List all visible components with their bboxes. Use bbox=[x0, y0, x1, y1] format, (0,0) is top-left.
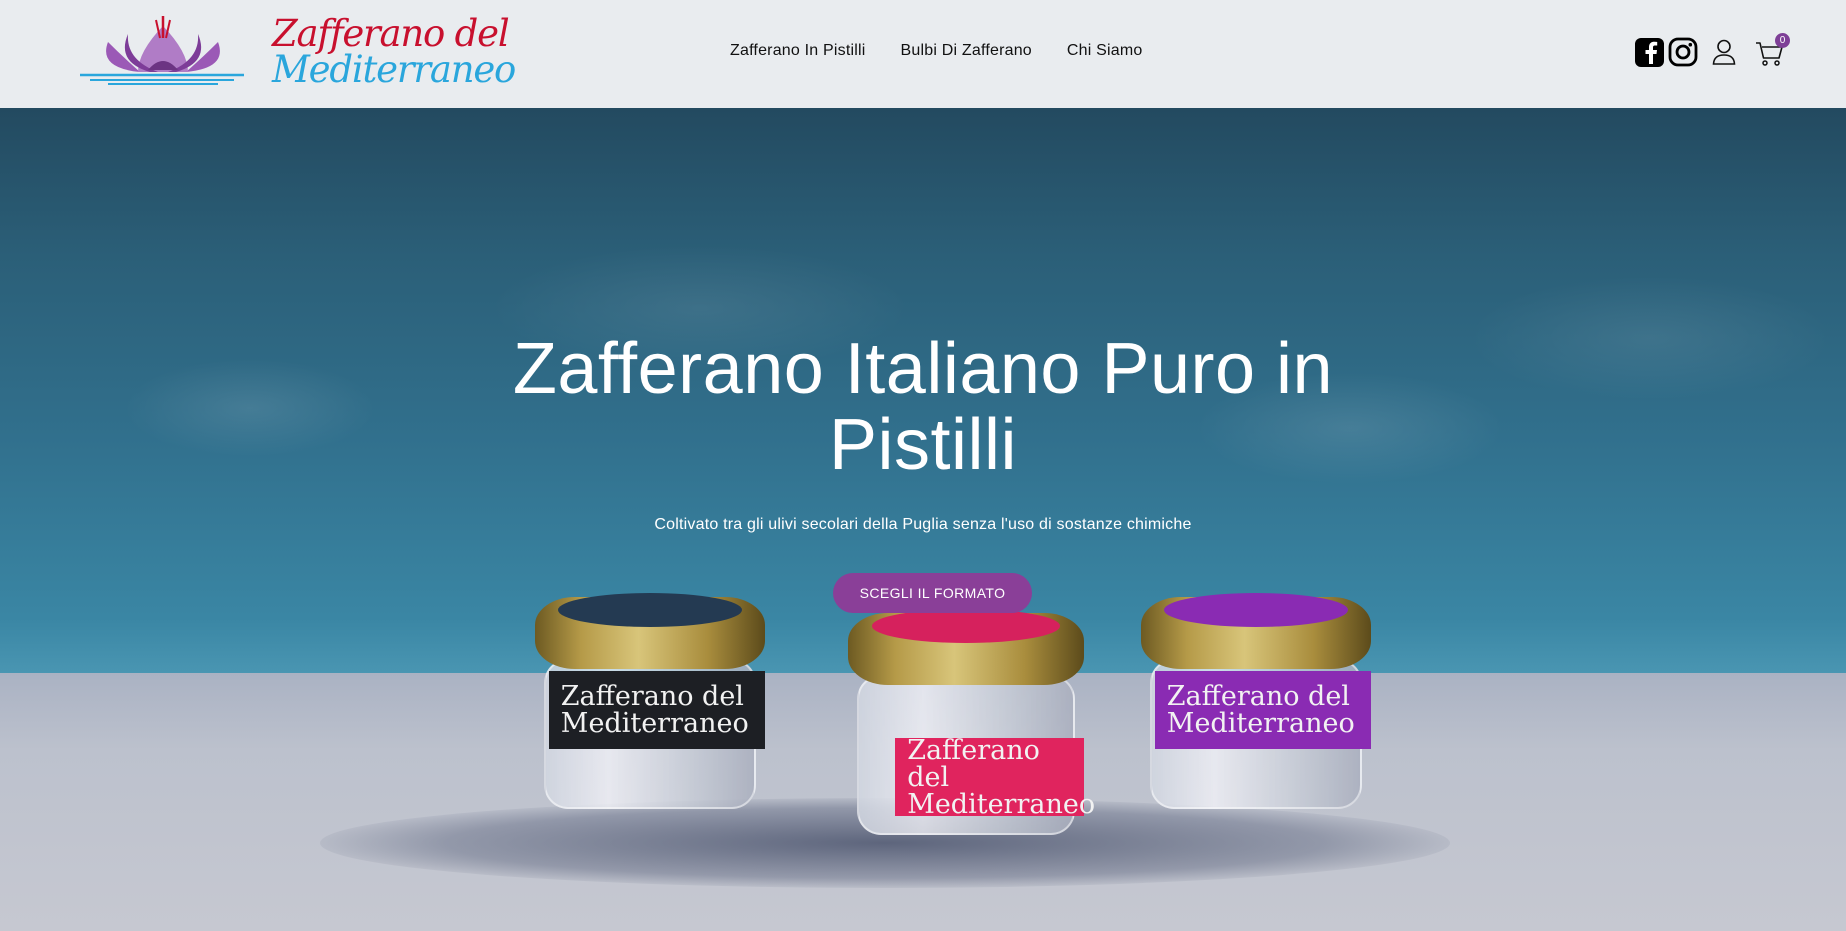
header-icons: 0 bbox=[1635, 33, 1790, 68]
jar-label-line2: Mediterraneo bbox=[907, 788, 1096, 820]
hero-title-line2: Pistilli bbox=[828, 405, 1017, 485]
site-logo[interactable]: Zafferano del Mediterraneo bbox=[78, 12, 516, 88]
main-nav: Zafferano In Pistilli Bulbi Di Zafferano… bbox=[730, 0, 1143, 102]
hero-banner: Zafferano del Mediterraneo Zafferano del… bbox=[0, 108, 1846, 931]
product-jar-black: Zafferano del Mediterraneo bbox=[535, 593, 765, 837]
nav-item-chi-siamo[interactable]: Chi Siamo bbox=[1067, 42, 1143, 60]
jar-label-line1: Zafferano del bbox=[907, 734, 1040, 793]
jar-label-line1: Zafferano del bbox=[560, 681, 744, 712]
hero-subtitle: Coltivato tra gli ulivi secolari della P… bbox=[654, 516, 1192, 533]
cart-count-badge: 0 bbox=[1775, 33, 1790, 48]
jar-label-line2: Mediterraneo bbox=[560, 708, 749, 739]
facebook-icon[interactable] bbox=[1635, 37, 1664, 67]
brand-line2: Mediterraneo bbox=[272, 48, 516, 91]
hero-title-line1: Zafferano Italiano Puro in bbox=[512, 329, 1334, 409]
jar-label: Zafferano del Mediterraneo bbox=[548, 671, 765, 749]
site-header: Zafferano del Mediterraneo Zafferano In … bbox=[0, 0, 1846, 108]
brand-wordmark: Zafferano del Mediterraneo bbox=[272, 12, 516, 91]
choose-format-button[interactable]: SCEGLI IL FORMATO bbox=[833, 573, 1032, 613]
user-icon[interactable] bbox=[1710, 37, 1738, 67]
cart-icon[interactable]: 0 bbox=[1754, 33, 1790, 67]
brand-line1: Zafferano del bbox=[272, 12, 510, 55]
jar-label-line2: Mediterraneo bbox=[1166, 708, 1355, 739]
product-jar-pink: Zafferano del Mediterraneo bbox=[848, 609, 1096, 863]
jar-label-line1: Zafferano del bbox=[1166, 681, 1350, 712]
jar-label: Zafferano del Mediterraneo bbox=[895, 734, 1096, 820]
crocus-logo-icon bbox=[80, 16, 244, 85]
product-jar-purple: Zafferano del Mediterraneo bbox=[1141, 593, 1371, 837]
nav-item-zafferano-in-pistilli[interactable]: Zafferano In Pistilli bbox=[730, 42, 866, 60]
instagram-icon[interactable] bbox=[1668, 37, 1698, 67]
nav-item-bulbi-di-zafferano[interactable]: Bulbi Di Zafferano bbox=[901, 42, 1032, 60]
jar-label: Zafferano del Mediterraneo bbox=[1154, 671, 1371, 749]
hero-title: Zafferano Italiano Puro in Pistilli bbox=[0, 331, 1846, 483]
